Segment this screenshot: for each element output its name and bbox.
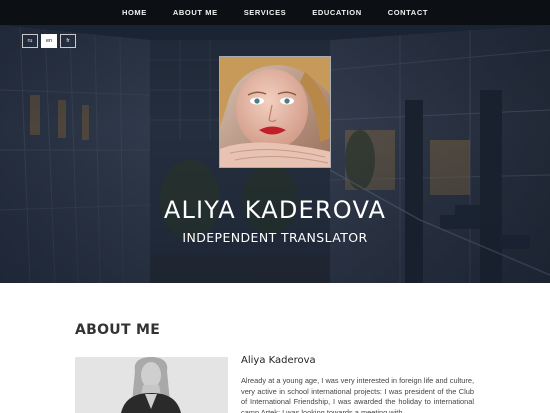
nav-services[interactable]: SERVICES bbox=[231, 8, 300, 17]
lang-ru-button[interactable]: ru bbox=[22, 34, 38, 48]
hero-section: HOME ABOUT ME SERVICES EDUCATION CONTACT… bbox=[0, 0, 550, 283]
nav-about-me[interactable]: ABOUT ME bbox=[160, 8, 231, 17]
lang-en-button[interactable]: en bbox=[41, 34, 57, 48]
about-portrait-image bbox=[75, 357, 228, 413]
about-photo bbox=[75, 357, 228, 413]
top-navbar: HOME ABOUT ME SERVICES EDUCATION CONTACT bbox=[0, 0, 550, 25]
hero-name-heading: ALIYA KADEROVA bbox=[163, 196, 387, 224]
nav-contact[interactable]: CONTACT bbox=[375, 8, 441, 17]
lang-fr-button[interactable]: fr bbox=[60, 34, 76, 48]
hero-portrait bbox=[219, 56, 331, 168]
portrait-image bbox=[220, 57, 330, 167]
nav-home[interactable]: HOME bbox=[109, 8, 160, 17]
about-text: Already at a young age, I was very inter… bbox=[241, 376, 474, 413]
nav-education[interactable]: EDUCATION bbox=[299, 8, 374, 17]
hero-subtitle: INDEPENDENT TRANSLATOR bbox=[182, 230, 368, 245]
about-section-title: ABOUT ME bbox=[75, 322, 161, 338]
language-switcher: ru en fr bbox=[22, 34, 76, 48]
about-name: Aliya Kaderova bbox=[241, 355, 316, 366]
